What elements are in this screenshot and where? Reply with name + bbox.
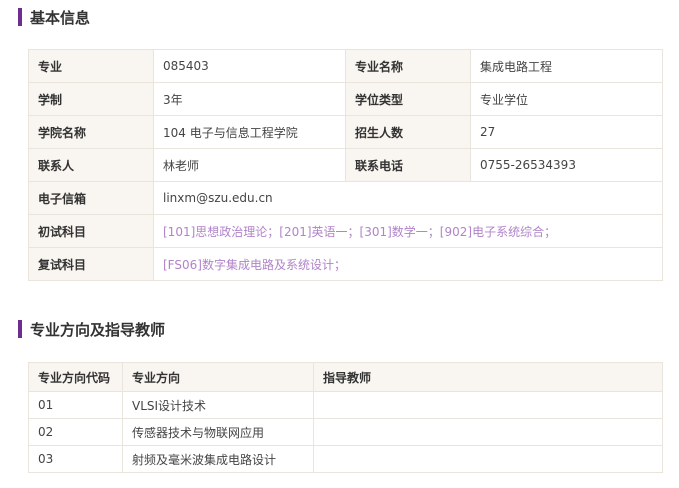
table-row: 复试科目 [FS06]数字集成电路及系统设计； [28,247,663,281]
directions-table: 专业方向代码 专业方向 指导教师 01 VLSI设计技术 02 传感器技术与物联… [28,362,663,473]
basic-info-table: 专业 085403 专业名称 集成电路工程 学制 3年 学位类型 专业学位 学院… [28,49,663,281]
retest-label: 复试科目 [28,247,154,281]
phone-value: 0755-26534393 [470,148,663,182]
enroll-value: 27 [470,115,663,149]
duration-label: 学制 [28,82,154,116]
table-row: 01 VLSI设计技术 [28,391,663,419]
direction-name: 传感器技术与物联网应用 [122,418,314,446]
basic-info-heading: 基本信息 [18,7,90,27]
accent-bar [18,320,22,338]
table-row: 学制 3年 学位类型 专业学位 [28,82,663,116]
direction-advisor [313,445,663,473]
table-row: 专业 085403 专业名称 集成电路工程 [28,49,663,83]
degree-type-label: 学位类型 [345,82,471,116]
table-row: 联系人 林老师 联系电话 0755-26534393 [28,148,663,182]
phone-label: 联系电话 [345,148,471,182]
direction-advisor [313,418,663,446]
retest-subjects-link[interactable]: [FS06]数字集成电路及系统设计； [153,247,663,281]
section-title: 基本信息 [30,8,91,27]
table-row: 电子信箱 linxm@szu.edu.cn [28,181,663,215]
column-header-direction: 专业方向 [122,362,314,392]
table-row: 学院名称 104 电子与信息工程学院 招生人数 27 [28,115,663,149]
college-value: 104 电子与信息工程学院 [153,115,346,149]
table-row: 02 传感器技术与物联网应用 [28,418,663,446]
degree-type-value: 专业学位 [470,82,663,116]
first-exam-subjects-link[interactable]: [101]思想政治理论；[201]英语一；[301]数学一；[902]电子系统综… [153,214,663,248]
column-header-code: 专业方向代码 [28,362,123,392]
first-exam-label: 初试科目 [28,214,154,248]
contact-label: 联系人 [28,148,154,182]
major-name-label: 专业名称 [345,49,471,83]
major-label: 专业 [28,49,154,83]
email-value: linxm@szu.edu.cn [153,181,663,215]
direction-code: 03 [28,445,123,473]
contact-value: 林老师 [153,148,346,182]
table-row: 初试科目 [101]思想政治理论；[201]英语一；[301]数学一；[902]… [28,214,663,248]
major-value: 085403 [153,49,346,83]
table-header-row: 专业方向代码 专业方向 指导教师 [28,362,663,392]
direction-name: VLSI设计技术 [122,391,314,419]
email-label: 电子信箱 [28,181,154,215]
table-row: 03 射频及毫米波集成电路设计 [28,445,663,473]
enroll-label: 招生人数 [345,115,471,149]
direction-name: 射频及毫米波集成电路设计 [122,445,314,473]
column-header-advisor: 指导教师 [313,362,663,392]
accent-bar [18,8,22,26]
college-label: 学院名称 [28,115,154,149]
direction-code: 02 [28,418,123,446]
direction-advisor [313,391,663,419]
directions-heading: 专业方向及指导教师 [18,319,165,339]
direction-code: 01 [28,391,123,419]
major-name-value: 集成电路工程 [470,49,663,83]
duration-value: 3年 [153,82,346,116]
section-title: 专业方向及指导教师 [30,320,166,339]
